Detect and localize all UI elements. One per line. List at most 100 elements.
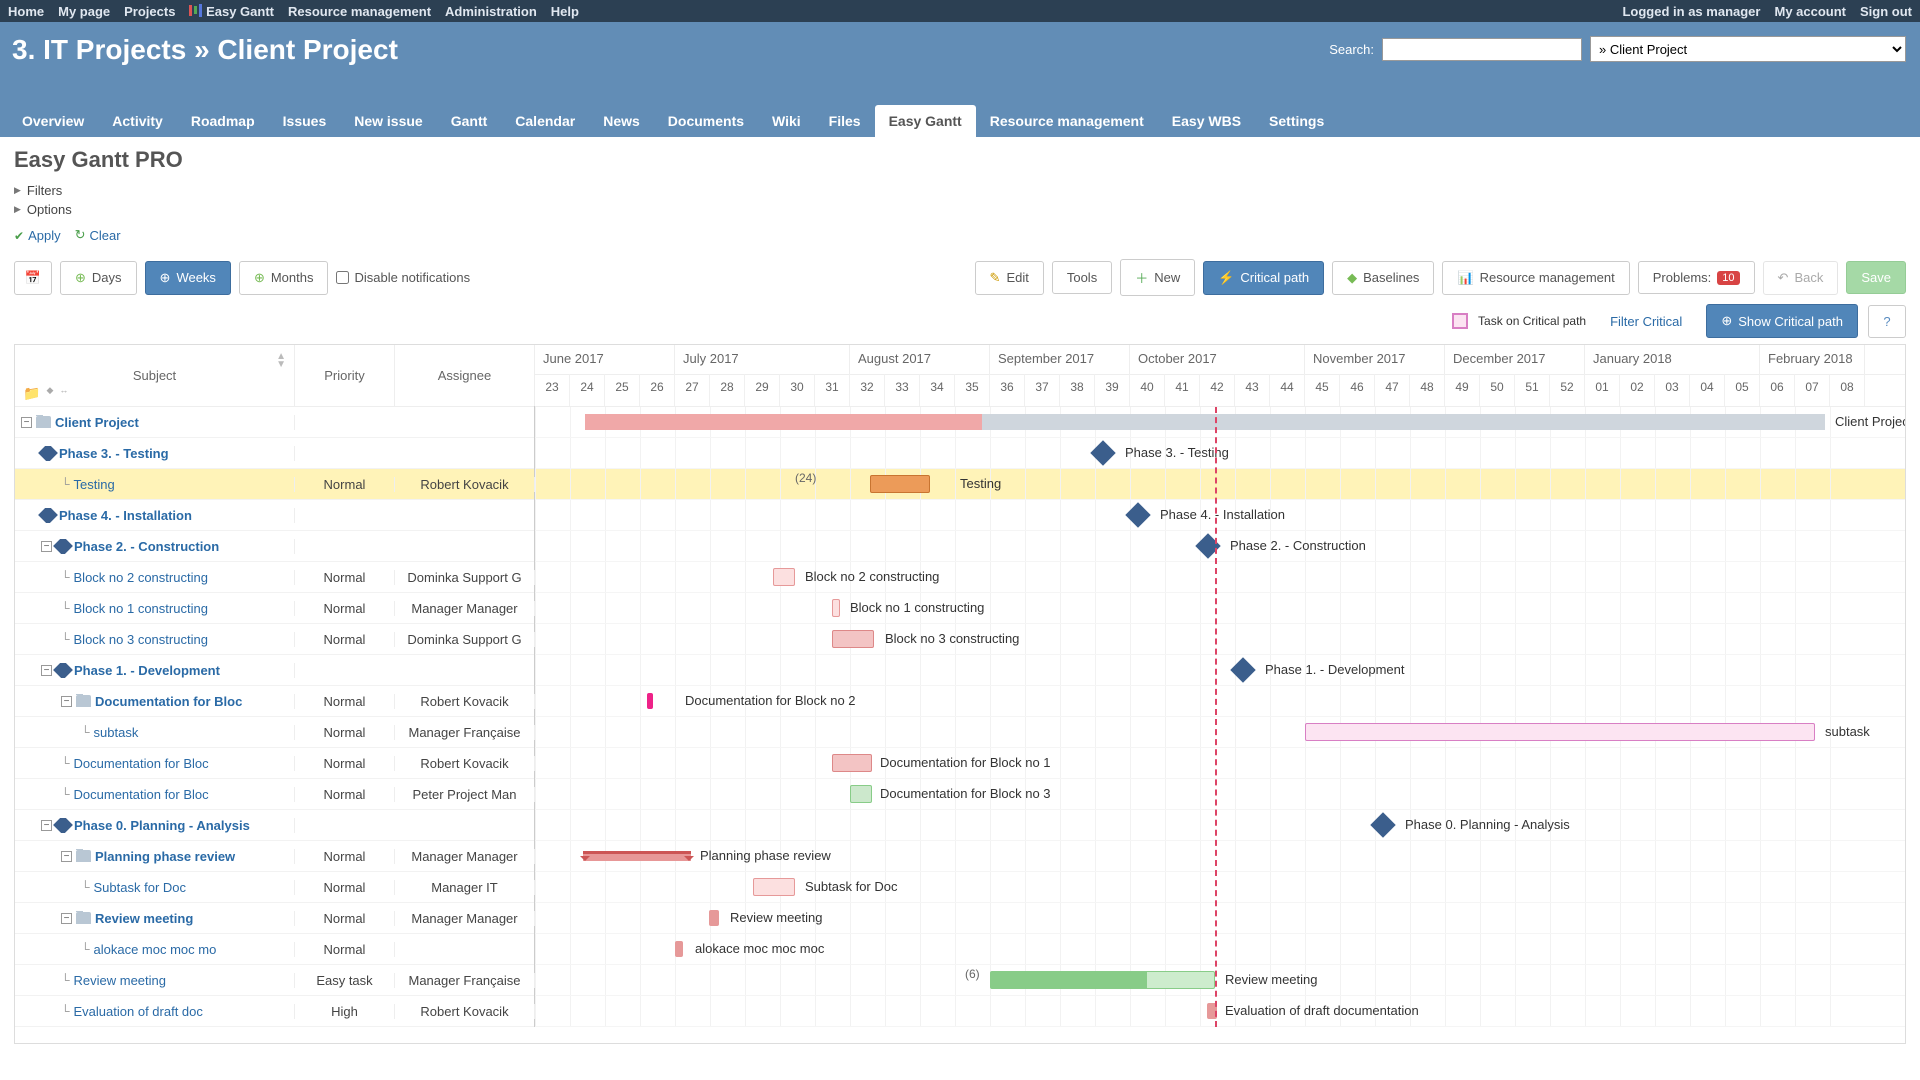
table-row[interactable]: └ Documentation for BlocNormalRobert Kov… [15,748,534,779]
tab-activity[interactable]: Activity [98,105,177,137]
tab-calendar[interactable]: Calendar [501,105,589,137]
filter-critical-button[interactable]: Filter Critical [1596,306,1696,337]
table-row[interactable]: − Review meetingNormalManager Manager [15,903,534,934]
baselines-button[interactable]: ◆Baselines [1332,261,1434,295]
folder-icon[interactable]: 📁 [23,385,40,402]
table-row[interactable]: − Phase 0. Planning - Analysis [15,810,534,841]
table-row[interactable]: − Phase 1. - Development [15,655,534,686]
table-row[interactable]: └ Block no 1 constructingNormalManager M… [15,593,534,624]
arrows-icon[interactable]: ↔ [59,385,68,402]
zoom-days[interactable]: ⊕Days [60,261,137,295]
critical-path-button[interactable]: ⚡Critical path [1203,261,1324,295]
link-my-account[interactable]: My account [1774,4,1846,19]
timeline-row[interactable]: Client Project [535,407,1905,438]
tab-files[interactable]: Files [815,105,875,137]
table-row[interactable]: − Client Project [15,407,534,438]
nav-link[interactable]: My page [58,4,110,19]
expand-icon[interactable]: − [41,541,52,552]
col-subject[interactable]: Subject ▲▼ 📁 ◆ ↔ [15,345,295,406]
nav-link[interactable]: Help [551,4,579,19]
timeline-row[interactable]: Subtask for Doc [535,872,1905,903]
timeline-row[interactable]: Phase 4. - Installation [535,500,1905,531]
diamond-icon[interactable]: ◆ [46,385,53,402]
timeline-row[interactable]: Phase 0. Planning - Analysis [535,810,1905,841]
timeline-row[interactable]: Block no 3 constructing [535,624,1905,655]
table-row[interactable]: Phase 4. - Installation [15,500,534,531]
task-bar[interactable] [832,599,840,617]
resource-mgmt-button[interactable]: 📊Resource management [1442,261,1629,295]
timeline-row[interactable]: Phase 1. - Development [535,655,1905,686]
search-input[interactable] [1382,38,1582,61]
task-bar[interactable] [753,878,795,896]
tab-new-issue[interactable]: New issue [340,105,436,137]
save-button[interactable]: Save [1846,261,1906,294]
expand-icon[interactable]: − [21,417,32,428]
timeline-row[interactable]: subtask [535,717,1905,748]
timeline-row[interactable]: Review meeting [535,903,1905,934]
tab-resource-management[interactable]: Resource management [976,105,1158,137]
calendar-button[interactable]: 📅 [14,261,52,295]
col-assignee[interactable]: Assignee [395,345,535,406]
tab-roadmap[interactable]: Roadmap [177,105,269,137]
nav-link[interactable]: Projects [124,4,175,19]
project-select[interactable]: » Client Project [1590,36,1906,62]
task-bar[interactable] [647,693,653,709]
expand-icon[interactable]: − [61,696,72,707]
table-row[interactable]: └ Block no 2 constructingNormalDominka S… [15,562,534,593]
back-button[interactable]: ↶Back [1763,261,1839,295]
task-bar[interactable] [675,941,683,957]
expand-icon[interactable]: − [61,913,72,924]
clear-button[interactable]: Clear [75,227,121,243]
edit-button[interactable]: ✎Edit [975,261,1044,295]
tab-overview[interactable]: Overview [8,105,98,137]
timeline-row[interactable]: Planning phase review [535,841,1905,872]
table-row[interactable]: └ Documentation for BlocNormalPeter Proj… [15,779,534,810]
task-bar[interactable] [773,568,795,586]
timeline-row[interactable]: Phase 2. - Construction [535,531,1905,562]
help-button[interactable]: ? [1868,305,1906,338]
toggle-filters[interactable]: ▶Filters [14,183,1906,198]
tab-easy-wbs[interactable]: Easy WBS [1158,105,1255,137]
gantt-timeline[interactable]: June 2017July 2017August 2017September 2… [535,345,1905,1027]
toggle-options[interactable]: ▶Options [14,202,1906,217]
tab-issues[interactable]: Issues [269,105,341,137]
timeline-row[interactable]: Documentation for Block no 3 [535,779,1905,810]
table-row[interactable]: − Documentation for BlocNormalRobert Kov… [15,686,534,717]
task-bar[interactable] [832,630,874,648]
task-bar[interactable] [1305,723,1815,741]
col-priority[interactable]: Priority [295,345,395,406]
table-row[interactable]: └ Review meetingEasy taskManager Françai… [15,965,534,996]
expand-icon[interactable]: − [41,665,52,676]
disable-notifications[interactable]: Disable notifications [336,270,470,285]
task-bar[interactable] [709,910,719,926]
timeline-row[interactable]: Block no 2 constructing [535,562,1905,593]
tab-documents[interactable]: Documents [654,105,758,137]
timeline-row[interactable]: Documentation for Block no 2 [535,686,1905,717]
table-row[interactable]: └ Evaluation of draft docHighRobert Kova… [15,996,534,1027]
expand-icon[interactable]: − [41,820,52,831]
summary-bar[interactable] [585,414,1825,430]
summary-bar[interactable] [583,851,691,861]
timeline-row[interactable]: Evaluation of draft documentation [535,996,1905,1027]
table-row[interactable]: └ alokace moc moc moNormal [15,934,534,965]
table-row[interactable]: Phase 3. - Testing [15,438,534,469]
new-button[interactable]: ＋New [1120,259,1195,296]
timeline-row[interactable]: Review meeting(6) [535,965,1905,996]
table-row[interactable]: − Planning phase reviewNormalManager Man… [15,841,534,872]
task-bar[interactable] [990,971,1215,989]
nav-link[interactable]: Easy Gantt [189,4,274,19]
link-sign-out[interactable]: Sign out [1860,4,1912,19]
timeline-row[interactable]: alokace moc moc moc [535,934,1905,965]
expand-icon[interactable]: − [61,851,72,862]
timeline-row[interactable]: Documentation for Block no 1 [535,748,1905,779]
zoom-weeks[interactable]: ⊕Weeks [145,261,231,295]
table-row[interactable]: └ Block no 3 constructingNormalDominka S… [15,624,534,655]
show-critical-button[interactable]: ⊕Show Critical path [1706,304,1858,338]
checkbox[interactable] [336,271,349,284]
task-bar[interactable] [832,754,872,772]
tab-wiki[interactable]: Wiki [758,105,815,137]
tools-button[interactable]: Tools [1052,261,1112,294]
nav-link[interactable]: Home [8,4,44,19]
nav-link[interactable]: Resource management [288,4,431,19]
apply-button[interactable]: Apply [14,227,61,243]
